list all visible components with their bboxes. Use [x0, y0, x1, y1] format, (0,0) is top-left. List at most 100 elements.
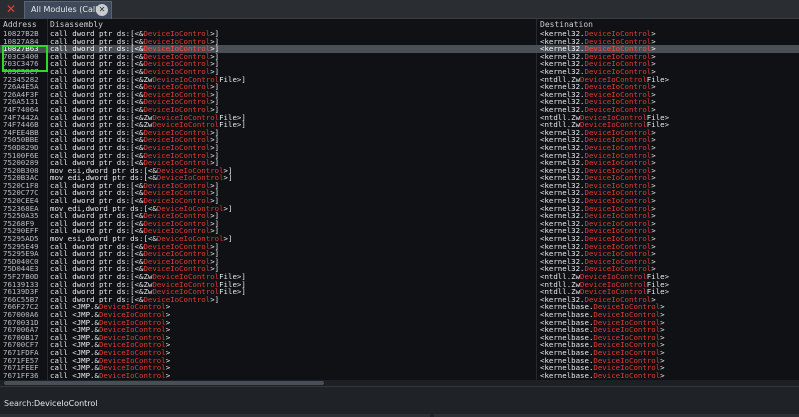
table-row[interactable]: 7520C1F8 call dword ptr ds:[<&DeviceIoCon… [0, 182, 799, 190]
table-row[interactable]: 7671FDFA call <JMP.&DeviceIoControl> <kern… [0, 349, 799, 357]
table-row[interactable]: 75250A35 call dword ptr ds:[<&DeviceIoCon… [0, 212, 799, 220]
destination-prefix: <kernel32. [540, 105, 585, 114]
table-row[interactable]: 7520B308 mov esi,dword ptr ds:[<&DeviceIo… [0, 167, 799, 175]
destination-match: DeviceIoControl [593, 356, 661, 365]
table-row[interactable]: 74F7442A call dword ptr ds:[<&ZwDeviceIoC… [0, 114, 799, 122]
table-row[interactable]: 7671FF36 call <JMP.&DeviceIoControl> <kern… [0, 372, 799, 380]
table-row[interactable]: 703C3476 call dword ptr ds:[<&DeviceIoCon… [0, 60, 799, 68]
table-row[interactable]: 72345282 call dword ptr ds:[<&ZwDeviceIoC… [0, 76, 799, 84]
table-row[interactable]: 75F27B0D call dword ptr ds:[<&ZwDeviceIoC… [0, 273, 799, 281]
destination-match: DeviceIoControl [584, 128, 652, 137]
table-row[interactable]: 7671FEEF call <JMP.&DeviceIoControl> <kern… [0, 364, 799, 372]
disassembly-match: DeviceIoControl [152, 288, 220, 296]
disassembly-match: DeviceIoControl [143, 52, 211, 61]
table-row[interactable]: 726A4F3F call dword ptr ds:[<&DeviceIoCon… [0, 91, 799, 99]
disassembly-prefix: mov edi,dword ptr ds:[<& [50, 174, 157, 182]
table-row[interactable]: 7670031D call <JMP.&DeviceIoControl> <kern… [0, 319, 799, 327]
table-row[interactable]: 75100F6E call dword ptr ds:[<&DeviceIoCon… [0, 152, 799, 160]
table-row[interactable]: 75D044E3 call dword ptr ds:[<&DeviceIoCon… [0, 265, 799, 273]
disassembly-match: DeviceIoControl [152, 121, 220, 129]
disassembly-suffix: >] [210, 37, 220, 46]
table-row[interactable]: 76139D3F call dword ptr ds:[<&ZwDeviceIoC… [0, 288, 799, 296]
destination-suffix: > [651, 151, 656, 160]
disassembly-match: DeviceIoControl [143, 30, 211, 38]
table-row[interactable]: 703C38C7 call dword ptr ds:[<&DeviceIoCon… [0, 68, 799, 76]
disassembly-suffix: >] [223, 204, 233, 213]
table-row[interactable]: 75D040C0 call dword ptr ds:[<&DeviceIoCon… [0, 258, 799, 266]
disassembly-match: DeviceIoControl [152, 113, 220, 122]
column-header-destination[interactable]: Destination [540, 19, 593, 30]
disassembly-prefix: call dword ptr ds:[<& [50, 37, 144, 46]
search-input[interactable] [34, 396, 334, 410]
column-header-disassembly[interactable]: Disassembly [50, 19, 103, 30]
table-row[interactable]: 750D829D call dword ptr ds:[<&DeviceIoCon… [0, 144, 799, 152]
disassembly-prefix: call dword ptr ds:[<& [50, 136, 144, 144]
disassembly-suffix: >] [210, 257, 220, 266]
row-destination: <kernelbase.DeviceIoControl> [540, 311, 799, 319]
table-row[interactable]: 752368EA mov edi,dword ptr ds:[<&DeviceIo… [0, 205, 799, 213]
scrollbar-thumb[interactable] [4, 381, 324, 385]
row-address: 74FEE4BB [3, 128, 39, 137]
row-destination: <kernelbase.DeviceIoControl> [540, 349, 799, 357]
table-row[interactable]: 10827A84 call dword ptr ds:[<&DeviceIoCon… [0, 38, 799, 46]
destination-suffix: > [651, 128, 656, 137]
destination-match: DeviceIoControl [584, 45, 652, 53]
destination-prefix: <kernel32. [540, 265, 585, 273]
table-row[interactable]: 7671FE57 call <JMP.&DeviceIoControl> <kern… [0, 357, 799, 365]
table-row[interactable]: 703C3400 call dword ptr ds:[<&DeviceIoCon… [0, 53, 799, 61]
row-disassembly: mov esi,dword ptr ds:[<&DeviceIoControl>… [50, 167, 535, 175]
close-all-icon[interactable]: ✕ [4, 2, 18, 16]
disassembly-match: DeviceIoControl [143, 60, 211, 68]
row-disassembly: call dword ptr ds:[<&DeviceIoControl>] [50, 98, 535, 106]
disassembly-match: DeviceIoControl [143, 83, 211, 91]
disassembly-prefix: call dword ptr ds:[<&Zw [50, 273, 153, 281]
row-destination: <ntdll.ZwDeviceIoControlFile> [540, 76, 799, 84]
disassembly-suffix: >] [210, 212, 220, 220]
disassembly-suffix: > [165, 348, 171, 357]
table-row[interactable]: 75295E49 call dword ptr ds:[<&DeviceIoCon… [0, 243, 799, 251]
row-destination: <kernel32.DeviceIoControl> [540, 205, 799, 213]
table-row[interactable]: 75295AD5 mov esi,dword ptr ds:[<&DeviceIo… [0, 235, 799, 243]
table-row[interactable]: 75200289 call dword ptr ds:[<&DeviceIoCon… [0, 159, 799, 167]
destination-prefix: <kernelbase. [540, 364, 594, 372]
destination-match: DeviceIoControl [593, 371, 661, 380]
table-row[interactable]: 74F74064 call dword ptr ds:[<&DeviceIoCon… [0, 106, 799, 114]
destination-prefix: <kernel32. [540, 136, 585, 144]
table-row[interactable]: 75050BBE call dword ptr ds:[<&DeviceIoCon… [0, 136, 799, 144]
references-table[interactable]: Address Disassembly Destination 10827B2B… [0, 19, 799, 386]
destination-suffix: > [651, 295, 656, 304]
table-row[interactable]: 7520CEE4 call dword ptr ds:[<&DeviceIoCon… [0, 197, 799, 205]
table-row[interactable]: 767000A6 call <JMP.&DeviceIoControl> <kern… [0, 311, 799, 319]
table-body: 10827B2B call dword ptr ds:[<&DeviceIoCon… [0, 30, 799, 379]
destination-prefix: <kernelbase. [540, 333, 594, 342]
row-disassembly: call dword ptr ds:[<&DeviceIoControl>] [50, 212, 535, 220]
table-row[interactable]: 74FEE4BB call dword ptr ds:[<&DeviceIoCon… [0, 129, 799, 137]
disassembly-match: DeviceIoControl [98, 333, 166, 342]
table-row[interactable]: 767006A7 call <JMP.&DeviceIoControl> <kern… [0, 326, 799, 334]
table-row[interactable]: 75268F9 call dword ptr ds:[<&DeviceIoCont… [0, 220, 799, 228]
destination-suffix: > [651, 174, 656, 182]
row-address: 7671FDFA [3, 348, 39, 357]
disassembly-prefix: call dword ptr ds:[<&Zw [50, 75, 153, 84]
table-row[interactable]: 75295E9A call dword ptr ds:[<&DeviceIoCon… [0, 250, 799, 258]
tab-close-icon[interactable]: ✕ [96, 4, 108, 16]
table-row[interactable]: 10827B2B call dword ptr ds:[<&DeviceIoCon… [0, 30, 799, 38]
table-row[interactable]: 76700B17 call <JMP.&DeviceIoControl> <kern… [0, 334, 799, 342]
row-address: 75250A35 [3, 212, 39, 220]
table-row[interactable]: 74F7446B call dword ptr ds:[<&ZwDeviceIoC… [0, 121, 799, 129]
table-row[interactable]: 726A4E5A call dword ptr ds:[<&DeviceIoCon… [0, 83, 799, 91]
table-row[interactable]: 7520B3AC mov edi,dword ptr ds:[<&DeviceIo… [0, 174, 799, 182]
table-row[interactable]: 76700CF7 call <JMP.&DeviceIoControl> <kern… [0, 341, 799, 349]
table-row[interactable]: 7520C77C call dword ptr ds:[<&DeviceIoCon… [0, 189, 799, 197]
destination-prefix: <ntdll.Zw [540, 288, 581, 296]
table-row[interactable]: 726A5131 call dword ptr ds:[<&DeviceIoCon… [0, 98, 799, 106]
table-row[interactable]: 76139133 call dword ptr ds:[<&ZwDeviceIoC… [0, 281, 799, 289]
table-row[interactable]: 75290EFF call dword ptr ds:[<&DeviceIoCon… [0, 227, 799, 235]
row-address: 76139133 [3, 280, 39, 289]
disassembly-prefix: call dword ptr ds:[<& [50, 242, 144, 251]
table-row[interactable]: 10827B63 call dword ptr ds:[<&DeviceIoCon… [0, 45, 799, 53]
column-header-address[interactable]: Address [3, 19, 37, 30]
table-row[interactable]: 766C55B7 call dword ptr ds:[<&DeviceIoCon… [0, 296, 799, 304]
table-row[interactable]: 766F27C2 call <JMP.&DeviceIoControl> <kern… [0, 303, 799, 311]
row-destination: <kernel32.DeviceIoControl> [540, 68, 799, 76]
